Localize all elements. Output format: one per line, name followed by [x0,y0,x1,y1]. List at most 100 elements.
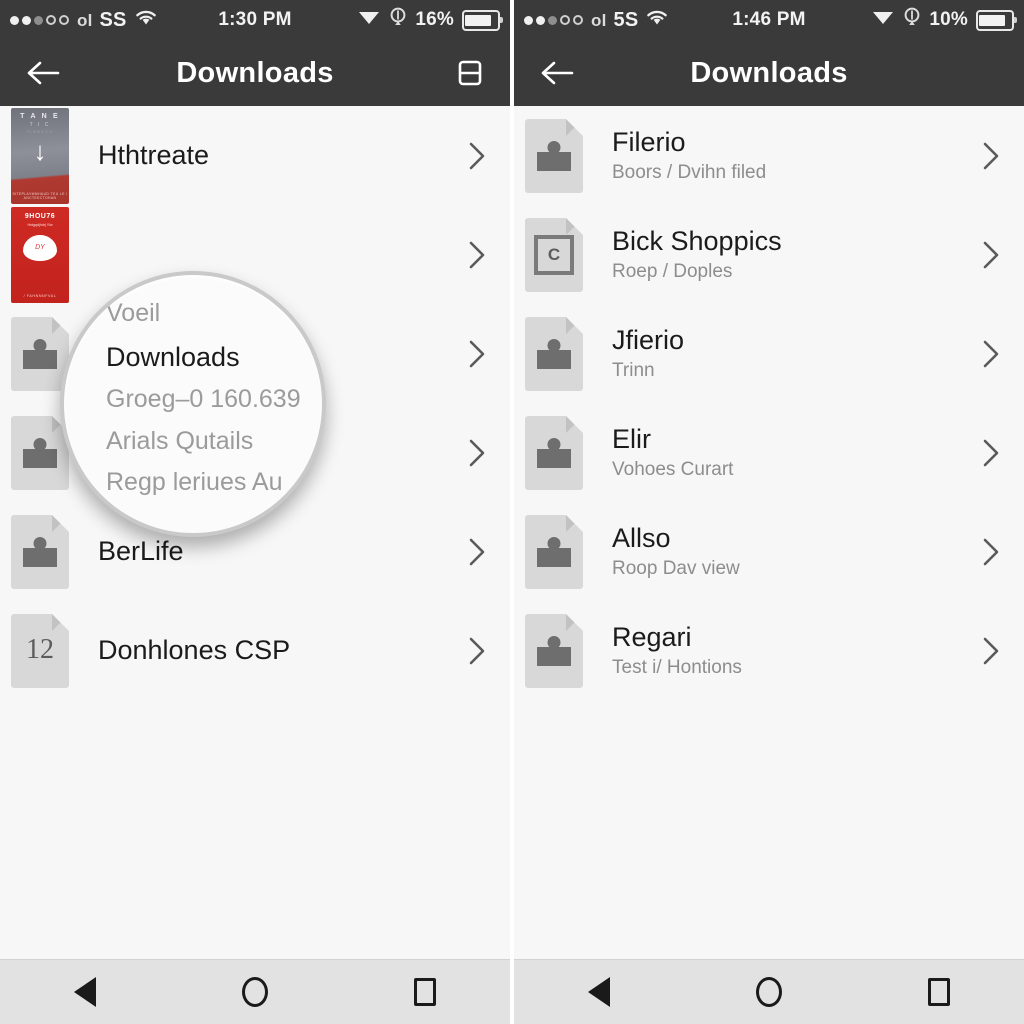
chevron-right-icon[interactable] [462,635,492,667]
list-item-title: Jfierio [612,324,685,355]
nav-recents-square-icon[interactable] [385,967,465,1017]
nav-home-circle-icon[interactable] [215,967,295,1017]
magnified-line: Groeg–0 160.639 [106,385,301,413]
split-view-icon[interactable] [450,53,490,93]
chevron-right-icon[interactable] [976,140,1006,172]
magnified-line: Regp leriues Au [106,468,283,496]
chevron-right-icon[interactable] [462,338,492,370]
list-item-title: Hthtreate [98,139,210,170]
chevron-right-icon[interactable] [462,536,492,568]
wifi-icon [645,8,669,32]
list-item[interactable]: Regari Test i/ Hontions [514,601,1024,700]
list-item-subtitle: Roop Dav view [612,558,740,580]
list-item[interactable]: C Bick Shoppics Roep / Doples [514,205,1024,304]
list-item-subtitle: Vohoes Curart [612,459,734,481]
file-c-icon: C [524,217,584,292]
list-item-texts: Filerio Boors / Dvihn filed [612,127,976,184]
list-item-texts: Elir Vohoes Curart [612,424,976,481]
page-title: Downloads [176,56,334,89]
list-item-texts: Jfierio Trinn [612,325,976,382]
file-person-icon [524,118,584,193]
list-item-texts: Bick Shoppics Roep / Doples [612,226,976,283]
file-person-icon [524,613,584,688]
list-item[interactable]: T A N E T I C FLMMSTIR ↓ SITEPLAYMMHAUD … [0,106,510,205]
back-button[interactable] [534,50,580,96]
list-item-texts: Donhlones CSP [98,635,462,666]
nav-recents-square-icon[interactable] [899,967,979,1017]
list-item-subtitle: Boors / Dvihn filed [612,162,767,184]
dual-screenshot-comparison: ol SS 1:30 PM 16% Downloads T A N E T I … [0,0,1024,1024]
signal-strength-icon [10,15,69,25]
chevron-right-icon[interactable] [976,338,1006,370]
carrier-label: SS [99,8,127,31]
list-item-title: Donhlones CSP [98,634,291,665]
file-person-icon [524,514,584,589]
status-bar-right-group: 10% [871,7,1017,33]
wifi-triangle-icon [357,8,381,32]
file-person-icon [10,514,70,589]
list-item-title: Regari [612,621,692,652]
downloads-list-right[interactable]: Filerio Boors / Dvihn filed C Bick Shopp… [514,106,1024,959]
chevron-right-icon[interactable] [976,437,1006,469]
chevron-right-icon[interactable] [976,239,1006,271]
battery-icon [976,9,1017,31]
list-item-texts: Hthtreate [98,140,462,171]
list-item-subtitle: Roep / Doples [612,261,733,283]
list-item[interactable]: 12 Donhlones CSP [0,601,510,700]
battery-percent-label: 10% [929,9,968,30]
chevron-right-icon[interactable] [462,239,492,271]
signal-suffix: ol [591,10,607,30]
poster-line-1: T A N E [20,112,60,120]
list-item-texts: Regari Test i/ Hontions [612,622,976,679]
magnifier-loupe: Voeil Downloads Groeg–0 160.639 Arials Q… [60,271,326,537]
system-nav-bar-right [514,959,1024,1024]
list-item-title: Allso [612,522,671,553]
signal-suffix: ol [77,10,93,30]
poster-line-2: T I C [29,121,51,128]
list-item-subtitle: Trinn [612,360,655,382]
list-item-texts: Allso Roop Dav view [612,523,976,580]
list-item-subtitle: Test i/ Hontions [612,657,742,679]
poster-line-3: FLMMSTIR [27,129,53,134]
list-item-title: Bick Shoppics [612,225,782,256]
downloads-list-left[interactable]: T A N E T I C FLMMSTIR ↓ SITEPLAYMMHAUD … [0,106,510,959]
wifi-icon [134,8,158,32]
app-bar-right: Downloads [514,40,1024,106]
status-bar-left-group: ol SS [10,8,158,32]
list-item[interactable]: Filerio Boors / Dvihn filed [514,106,1024,205]
file-person-icon [524,415,584,490]
chevron-right-icon[interactable] [976,635,1006,667]
phone-screen-left: ol SS 1:30 PM 16% Downloads T A N E T I … [0,0,512,1024]
magnified-line: Downloads [106,341,240,372]
list-item[interactable]: Jfierio Trinn [514,304,1024,403]
nav-back-triangle-icon[interactable] [45,967,125,1017]
battery-percent-label: 16% [415,9,454,30]
chevron-right-icon[interactable] [976,536,1006,568]
app-bar-left: Downloads [0,40,510,106]
list-item[interactable]: Elir Vohoes Curart [514,403,1024,502]
list-item-title: BerLife [98,535,184,566]
list-item-title: Filerio [612,126,686,157]
poster-footer: / FAHNNNFVAL [23,293,57,298]
file-number-label: 12 [26,633,54,665]
status-bar-left-group: ol 5S [524,8,669,32]
nav-back-triangle-icon[interactable] [559,967,639,1017]
battery-icon [462,9,503,31]
wifi-triangle-icon [871,8,895,32]
list-item-texts: BerLife [98,536,462,567]
chevron-right-icon[interactable] [462,437,492,469]
file-number-icon: 12 [10,613,70,688]
location-pin-icon [389,7,407,33]
poster-top-text: 9HOU76 [24,212,56,220]
file-person-icon [10,316,70,391]
chevron-right-icon[interactable] [462,140,492,172]
list-item[interactable]: Allso Roop Dav view [514,502,1024,601]
nav-home-circle-icon[interactable] [729,967,809,1017]
back-button[interactable] [20,50,66,96]
poster-thumbnail-tane-tic: T A N E T I C FLMMSTIR ↓ SITEPLAYMMHAUD … [10,107,70,204]
status-bar-right-group: 16% [357,7,503,33]
poster-sub-text: Hntgqdjhdrj Ylw [27,222,53,227]
status-bar-left: ol SS 1:30 PM 16% [0,0,510,40]
magnifier-content: Voeil Downloads Groeg–0 160.639 Arials Q… [106,295,318,502]
poster-footer: SITEPLAYMMHAUD TEU LE / ANCTEECTOHAN [12,191,68,200]
